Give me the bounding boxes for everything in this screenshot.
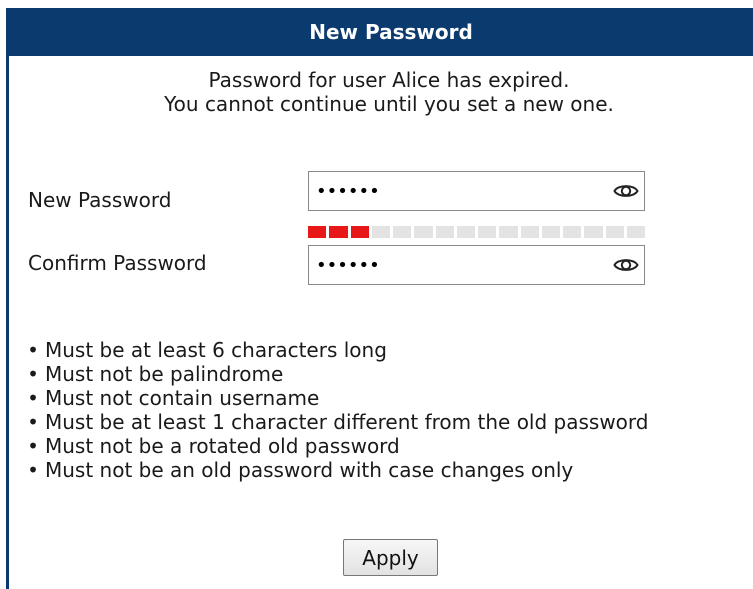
password-requirements-list: Must be at least 6 characters long Must … <box>27 338 649 482</box>
requirement-item: Must not contain username <box>27 386 649 410</box>
apply-button[interactable]: Apply <box>343 539 438 576</box>
requirement-item: Must be at least 1 character different f… <box>27 410 649 434</box>
strength-segment-filled <box>329 226 348 238</box>
expiry-message: Password for user Alice has expired. You… <box>9 68 753 116</box>
strength-segment-empty <box>584 226 603 238</box>
strength-segment-empty <box>435 226 454 238</box>
new-password-field <box>308 171 645 211</box>
strength-segment-filled <box>350 226 369 238</box>
strength-segment-filled <box>308 226 327 238</box>
confirm-password-input[interactable] <box>309 245 608 285</box>
expiry-message-line-2: You cannot continue until you set a new … <box>164 92 614 116</box>
strength-segment-empty <box>626 226 645 238</box>
strength-segment-empty <box>563 226 582 238</box>
strength-segment-empty <box>371 226 390 238</box>
confirm-password-field <box>308 245 645 285</box>
dialog-title: New Password <box>9 8 753 56</box>
new-password-label: New Password <box>28 188 172 212</box>
eye-icon[interactable] <box>608 172 644 210</box>
password-strength-meter <box>308 226 645 238</box>
strength-segment-empty <box>605 226 624 238</box>
strength-segment-empty <box>499 226 518 238</box>
strength-segment-empty <box>520 226 539 238</box>
strength-segment-empty <box>393 226 412 238</box>
requirement-item: Must not be an old password with case ch… <box>27 458 649 482</box>
requirement-item: Must not be palindrome <box>27 362 649 386</box>
new-password-input[interactable] <box>309 171 608 211</box>
strength-segment-empty <box>456 226 475 238</box>
strength-segment-empty <box>414 226 433 238</box>
requirement-item: Must not be a rotated old password <box>27 434 649 458</box>
strength-segment-empty <box>478 226 497 238</box>
strength-segment-empty <box>541 226 560 238</box>
expiry-message-line-1: Password for user Alice has expired. <box>208 68 570 92</box>
new-password-dialog: New Password Password for user Alice has… <box>6 8 753 589</box>
requirement-item: Must be at least 6 characters long <box>27 338 649 362</box>
eye-icon[interactable] <box>608 246 644 284</box>
confirm-password-label: Confirm Password <box>28 251 207 275</box>
